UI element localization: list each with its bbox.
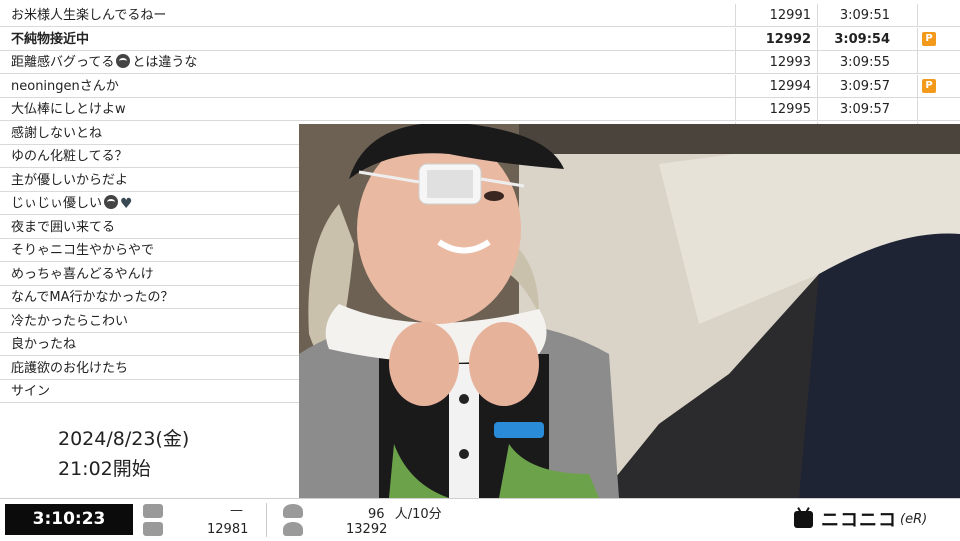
comment-text-main: そりゃニコ生やからやで bbox=[11, 243, 155, 258]
comment-time: 3:09:57 bbox=[818, 98, 918, 120]
comment-text: お米様人生楽しんでるねー bbox=[0, 4, 736, 26]
comment-text-main: 庇護欲のお化けたち bbox=[11, 360, 129, 376]
comment-total-count: 12981 bbox=[207, 522, 249, 537]
comment-time: 3:09:51 bbox=[818, 4, 918, 26]
heart-icon: ♥ bbox=[120, 196, 133, 212]
viewer-rate-value: 96 bbox=[368, 507, 385, 522]
comment-row[interactable]: お米様人生楽しんでるねー 12991 3:09:51 bbox=[0, 4, 960, 27]
viewer-total-count: 13292 bbox=[346, 522, 388, 537]
comment-number: 12994 bbox=[736, 74, 818, 97]
comment-text-main: 大仏棒にしとけよw bbox=[11, 102, 126, 117]
comment-icon bbox=[143, 504, 163, 518]
viewer-rate: 96 人/10分 bbox=[368, 503, 442, 522]
comment-text-main: 主が優しいからだよ bbox=[11, 172, 129, 188]
comment-recent-count: — bbox=[230, 503, 243, 518]
comment-text-main: 不純物接近中 bbox=[11, 31, 90, 47]
tv-icon bbox=[794, 510, 813, 528]
viewer-total-icon bbox=[283, 522, 303, 536]
comment-badge-cell: P bbox=[918, 28, 960, 50]
video-frame-image bbox=[299, 124, 960, 498]
comment-text-main: 夜まで囲い来てる bbox=[11, 219, 116, 235]
niconico-logo: ニコニコ (eR) bbox=[794, 507, 927, 531]
comment-text-main: なんでMA行かなかったの？ bbox=[11, 290, 174, 305]
comment-text-main: サイン bbox=[11, 384, 51, 399]
video-player[interactable] bbox=[299, 124, 960, 498]
comment-text-main: 良かったね bbox=[11, 337, 77, 352]
comment-total-icon bbox=[143, 522, 163, 536]
comment-time: 3:09:57 bbox=[818, 74, 918, 97]
comment-text-main: neoningenさんか bbox=[11, 78, 119, 94]
viewer-rate-unit: 人/10分 bbox=[394, 507, 442, 522]
comment-row[interactable]: 距離感バグってる とは違うな 12993 3:09:55 bbox=[0, 51, 960, 74]
comment-text-main: じぃじぃ優しい bbox=[11, 196, 103, 211]
comment-time: 3:09:55 bbox=[818, 51, 918, 73]
viewer-icon bbox=[283, 504, 303, 518]
comment-time: 3:09:54 bbox=[818, 27, 918, 50]
comment-text: 不純物接近中 bbox=[0, 27, 736, 50]
comment-number: 12993 bbox=[736, 51, 818, 73]
comment-number: 12995 bbox=[736, 98, 818, 120]
eyes-heart-icon bbox=[104, 195, 119, 209]
premium-badge-icon: P bbox=[922, 78, 936, 93]
comment-number: 12992 bbox=[736, 27, 818, 50]
panda-face-icon bbox=[116, 54, 131, 68]
comment-text-main: ゆのん化粧してる？ bbox=[11, 149, 128, 164]
comment-badge-cell bbox=[918, 98, 960, 120]
comment-badge-cell bbox=[918, 51, 960, 73]
comment-badge-cell bbox=[918, 4, 960, 26]
logo-suffix: (eR) bbox=[900, 511, 928, 527]
start-date: 2024/8/23(金) bbox=[58, 428, 190, 450]
divider bbox=[266, 503, 267, 537]
status-bar: 3:10:23 — 12981 96 人/10分 13292 ニコニコ (eR) bbox=[0, 498, 960, 541]
comment-text-suffix: とは違うな bbox=[132, 55, 198, 70]
comment-number: 12991 bbox=[736, 4, 818, 26]
comment-row[interactable]: 大仏棒にしとけよw 12995 3:09:57 bbox=[0, 98, 960, 121]
comment-text: 距離感バグってる とは違うな bbox=[0, 51, 736, 73]
comment-text-main: お米様人生楽しんでるねー bbox=[11, 8, 167, 23]
logo-word: ニコニコ bbox=[821, 510, 897, 531]
comment-badge-cell: P bbox=[918, 75, 960, 97]
comment-row[interactable]: 不純物接近中 12992 3:09:54 P bbox=[0, 27, 960, 51]
comment-text: 大仏棒にしとけよw bbox=[0, 98, 736, 120]
comment-row[interactable]: neoningenさんか 12994 3:09:57 P bbox=[0, 74, 960, 98]
comment-text-main: 冷たかったらこわい bbox=[11, 313, 129, 329]
comment-text-main: めっちゃ喜んどるやんけ bbox=[11, 266, 154, 282]
elapsed-time: 3:10:23 bbox=[5, 504, 133, 535]
comment-text-main: 距離感バグってる bbox=[11, 55, 115, 70]
premium-badge-icon: P bbox=[922, 31, 936, 46]
start-time: 21:02開始 bbox=[58, 458, 151, 480]
broadcast-start-info: 2024/8/23(金) 21:02開始 bbox=[58, 424, 189, 484]
comment-text-main: 感謝しないとね bbox=[11, 125, 103, 141]
comment-text: neoningenさんか bbox=[0, 74, 736, 97]
